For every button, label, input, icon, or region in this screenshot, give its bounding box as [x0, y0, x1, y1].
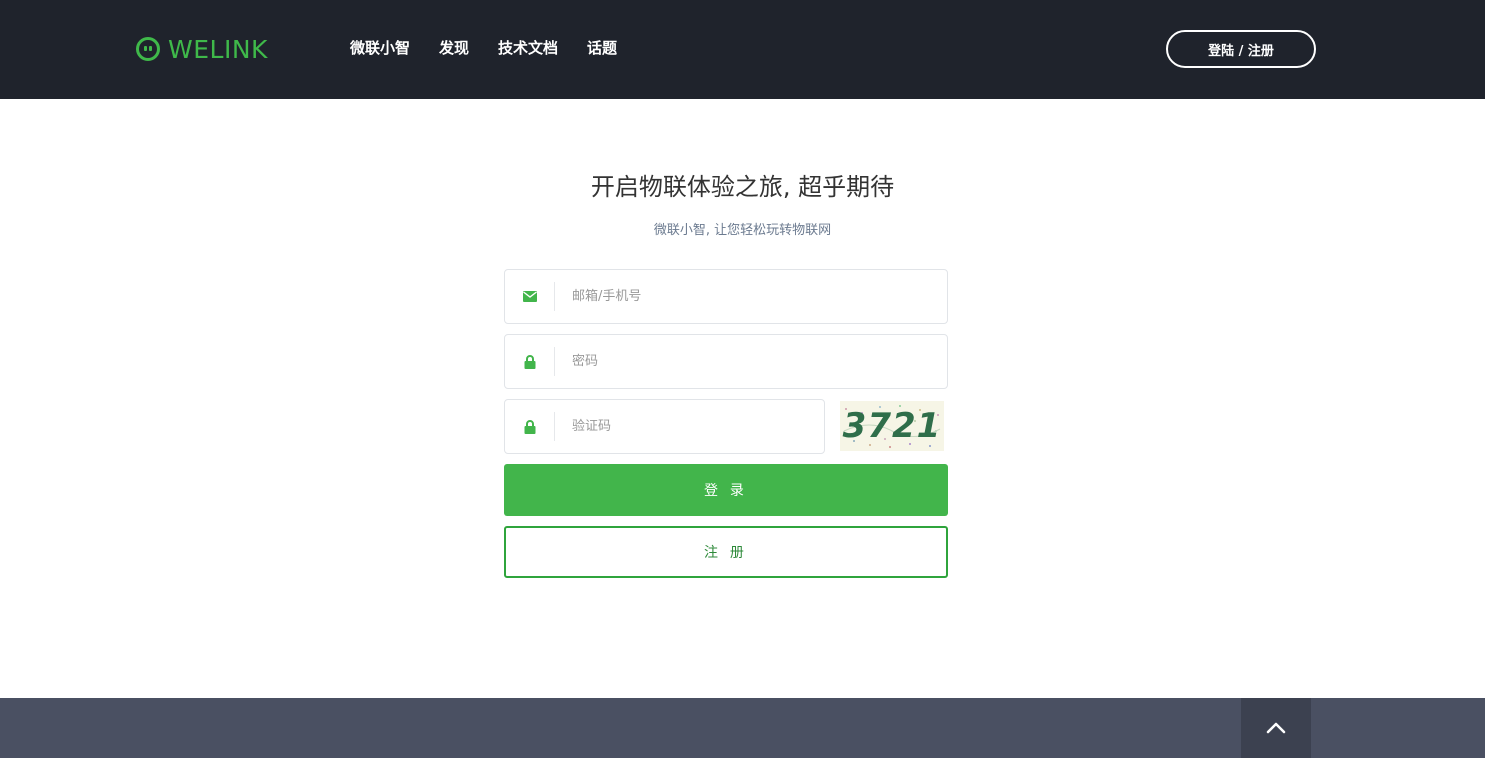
captcha-field — [504, 399, 825, 454]
page-subtitle: 微联小智, 让您轻松玩转物联网 — [653, 223, 832, 238]
account-input[interactable] — [555, 269, 947, 324]
main-nav: 微联小智 发现 技术文档 话题 — [350, 37, 617, 59]
login-panel: 开启物联体验之旅, 超乎期待 微联小智, 让您轻松玩转物联网 邮箱/手机号 验证… — [0, 99, 1485, 698]
account-field — [504, 269, 948, 324]
nav-item-tech-docs[interactable]: 技术文档 — [498, 37, 558, 59]
nav-item-welink-assistant[interactable]: 微联小智 — [350, 37, 410, 59]
lock-icon — [505, 400, 555, 453]
register-button[interactable]: 注 册 — [504, 526, 948, 578]
envelope-icon — [505, 270, 555, 323]
brand-logo[interactable]: WELINK — [136, 34, 268, 64]
page-title: 开启物联体验之旅, 超乎期待 — [590, 173, 895, 201]
top-navbar: WELINK 微联小智 发现 技术文档 话题 登陆 / 注册 — [0, 0, 1485, 99]
back-to-top-button[interactable] — [1241, 698, 1311, 758]
nav-item-topics[interactable]: 话题 — [587, 37, 617, 59]
chevron-up-icon — [1266, 722, 1286, 734]
captcha-input[interactable] — [555, 399, 824, 454]
login-button[interactable]: 登 录 — [504, 464, 948, 516]
brand-name: WELINK — [168, 34, 268, 64]
password-input[interactable] — [555, 334, 947, 389]
login-register-button[interactable]: 登陆 / 注册 — [1166, 30, 1316, 68]
nav-item-discover[interactable]: 发现 — [439, 37, 469, 59]
password-field — [504, 334, 948, 389]
robot-face-icon — [136, 37, 160, 61]
page-footer — [0, 698, 1485, 758]
lock-icon — [505, 335, 555, 388]
captcha-image[interactable]: 3721 — [840, 401, 944, 451]
captcha-text: 3721 — [842, 406, 942, 446]
